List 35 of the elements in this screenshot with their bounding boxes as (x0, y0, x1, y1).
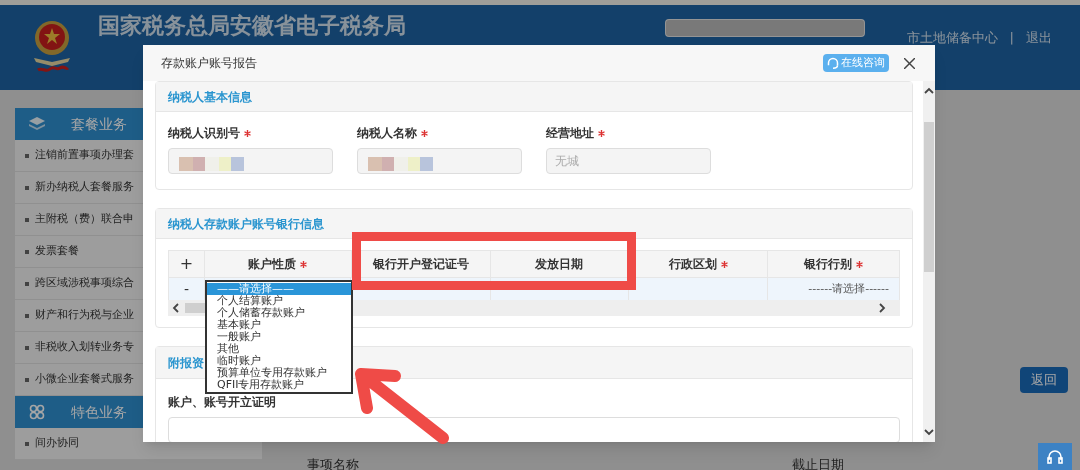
column-header: 事项名称 (307, 456, 359, 470)
vertical-scrollbar[interactable] (923, 81, 935, 442)
chevron-left-icon (172, 303, 179, 313)
chevron-up-icon (924, 87, 934, 94)
dialog-title: 存款账户账号报告 (161, 55, 257, 72)
dropdown-option[interactable]: ——请选择—— (207, 283, 351, 295)
field-label: 纳税人识别号 (168, 125, 240, 142)
chat-button[interactable] (1038, 443, 1072, 470)
close-button[interactable] (901, 55, 917, 71)
group-title: 套餐业务 (71, 114, 127, 134)
field-label: 纳税人名称 (357, 125, 417, 142)
clover-icon (29, 404, 45, 420)
section-title: 纳税人基本信息 (168, 88, 252, 106)
column-header: 行政区划 (668, 256, 717, 273)
field-label: 经营地址 (546, 125, 594, 142)
headset-icon (1047, 449, 1063, 464)
column-header: 截止日期 (792, 456, 844, 470)
upload-field[interactable] (168, 417, 900, 442)
close-icon (903, 57, 915, 69)
layers-icon (29, 117, 45, 131)
chevron-right-icon (879, 303, 886, 313)
group-title: 特色业务 (71, 402, 127, 422)
headset-icon (827, 57, 839, 69)
logout-link[interactable]: 退出 (1026, 27, 1052, 48)
column-header: 银行行别 (804, 256, 853, 273)
column-header: 发放日期 (535, 256, 584, 273)
back-button[interactable]: 返回 (1020, 367, 1068, 393)
site-title: 国家税务总局安徽省电子税务局 (98, 12, 406, 39)
user-name: 市土地储备中心 (906, 28, 998, 47)
column-header: 银行开户登记证号 (372, 256, 469, 273)
chevron-down-icon (924, 429, 934, 436)
separator: | (1009, 28, 1014, 47)
select-field[interactable]: ------请选择------ (808, 280, 889, 298)
search-field[interactable] (664, 18, 865, 37)
remove-row-button[interactable]: - (169, 278, 204, 300)
